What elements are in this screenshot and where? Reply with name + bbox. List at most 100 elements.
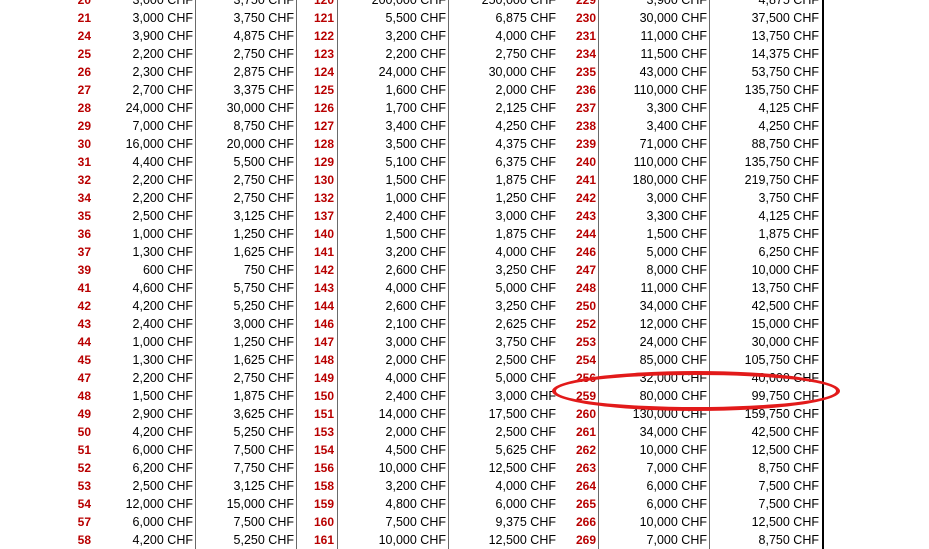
price-total-cell: 12,500 CHF <box>488 461 556 475</box>
row-number: 129 <box>313 155 334 169</box>
row-number: 231 <box>575 29 596 43</box>
price-cell: 2,000 CHF <box>385 353 446 367</box>
price-total-cell: 2,500 CHF <box>495 425 556 439</box>
price-cell: 3,200 CHF <box>385 245 446 259</box>
price-cell: 2,100 CHF <box>385 317 446 331</box>
row-number: 122 <box>313 29 334 43</box>
row-number: 242 <box>575 191 596 205</box>
row-number: 236 <box>575 83 596 97</box>
row-number: 146 <box>313 317 334 331</box>
table-row: 54 12,000 CHF 15,000 CHF 159 4,800 CHF 6,000 … <box>0 495 929 513</box>
table-row: 43 2,400 CHF 3,000 CHF 146 2,100 CHF 2,625 CH… <box>0 315 929 333</box>
row-number: 143 <box>313 281 334 295</box>
price-cell: 2,200 CHF <box>132 47 193 61</box>
price-cell: 2,200 CHF <box>132 371 193 385</box>
price-cell: 2,600 CHF <box>385 263 446 277</box>
row-number: 250 <box>575 299 596 313</box>
price-cell: 3,900 CHF <box>132 29 193 43</box>
price-total-cell: 750 CHF <box>243 263 294 277</box>
price-total-cell: 3,375 CHF <box>233 83 294 97</box>
price-cell: 1,300 CHF <box>132 353 193 367</box>
row-number: 35 <box>77 209 91 223</box>
price-total-cell: 30,000 CHF <box>226 101 294 115</box>
price-cell: 1,700 CHF <box>385 101 446 115</box>
price-total-cell: 20,000 CHF <box>226 137 294 151</box>
row-number: 27 <box>77 83 91 97</box>
row-number: 42 <box>77 299 91 313</box>
price-cell: 600 CHF <box>142 263 193 277</box>
price-cell: 1,000 CHF <box>132 227 193 241</box>
row-number: 230 <box>575 11 596 25</box>
price-total-cell: 10,000 CHF <box>751 263 819 277</box>
price-total-cell: 3,250 CHF <box>495 299 556 313</box>
row-number: 149 <box>313 371 334 385</box>
price-cell: 1,500 CHF <box>385 173 446 187</box>
price-cell: 1,500 CHF <box>385 227 446 241</box>
table-row: 50 4,200 CHF 5,250 CHF 153 2,000 CHF 2,500 CH… <box>0 423 929 441</box>
price-cell: 2,200 CHF <box>132 173 193 187</box>
price-total-cell: 13,750 CHF <box>751 281 819 295</box>
price-total-cell: 250,000 CHF <box>481 0 556 7</box>
price-total-cell: 4,250 CHF <box>495 119 556 133</box>
price-cell: 8,000 CHF <box>646 263 707 277</box>
price-total-cell: 2,000 CHF <box>495 83 556 97</box>
price-cell: 7,000 CHF <box>646 461 707 475</box>
price-cell: 5,500 CHF <box>385 11 446 25</box>
price-cell: 80,000 CHF <box>639 389 707 403</box>
price-cell: 4,200 CHF <box>132 299 193 313</box>
price-cell: 4,600 CHF <box>132 281 193 295</box>
column-divider <box>448 0 449 549</box>
price-cell: 1,300 CHF <box>132 245 193 259</box>
price-total-cell: 1,875 CHF <box>495 173 556 187</box>
table-row: 37 1,300 CHF 1,625 CHF 141 3,200 CHF 4,000 CH… <box>0 243 929 261</box>
price-total-cell: 15,000 CHF <box>751 317 819 331</box>
price-total-cell: 8,750 CHF <box>758 533 819 547</box>
row-number: 244 <box>575 227 596 241</box>
price-cell: 3,400 CHF <box>385 119 446 133</box>
price-total-cell: 5,500 CHF <box>233 155 294 169</box>
price-total-cell: 3,125 CHF <box>233 479 294 493</box>
row-number: 243 <box>575 209 596 223</box>
price-cell: 2,600 CHF <box>385 299 446 313</box>
price-total-cell: 2,125 CHF <box>495 101 556 115</box>
price-cell: 2,000 CHF <box>385 425 446 439</box>
row-number: 34 <box>77 191 91 205</box>
price-cell: 3,900 CHF <box>646 0 707 7</box>
row-number: 137 <box>313 209 334 223</box>
row-number: 127 <box>313 119 334 133</box>
row-number: 30 <box>77 137 91 151</box>
price-total-cell: 42,500 CHF <box>751 425 819 439</box>
price-cell: 71,000 CHF <box>639 137 707 151</box>
price-total-cell: 2,750 CHF <box>233 191 294 205</box>
row-number: 148 <box>313 353 334 367</box>
price-total-cell: 1,625 CHF <box>233 245 294 259</box>
price-total-cell: 88,750 CHF <box>751 137 819 151</box>
row-number: 51 <box>77 443 91 457</box>
price-total-cell: 9,375 CHF <box>495 515 556 529</box>
price-total-cell: 4,000 CHF <box>495 479 556 493</box>
price-total-cell: 4,125 CHF <box>758 101 819 115</box>
price-total-cell: 7,500 CHF <box>758 479 819 493</box>
row-number: 132 <box>313 191 334 205</box>
price-cell: 30,000 CHF <box>639 11 707 25</box>
price-total-cell: 159,750 CHF <box>744 407 819 421</box>
price-cell: 5,100 CHF <box>385 155 446 169</box>
price-cell: 200,000 CHF <box>371 0 446 7</box>
price-cell: 11,000 CHF <box>640 281 707 295</box>
price-total-cell: 5,250 CHF <box>233 533 294 547</box>
price-cell: 3,200 CHF <box>385 29 446 43</box>
price-cell: 3,200 CHF <box>385 479 446 493</box>
table-row: 48 1,500 CHF 1,875 CHF 150 2,400 CHF 3,000 CH… <box>0 387 929 405</box>
row-number: 254 <box>575 353 596 367</box>
table-row: 25 2,200 CHF 2,750 CHF 123 2,200 CHF 2,750 CH… <box>0 45 929 63</box>
row-number: 147 <box>313 335 334 349</box>
price-total-cell: 3,750 CHF <box>233 0 294 7</box>
table-row: 39 600 CHF 750 CHF 142 2,600 CHF 3,250 CHF 247… <box>0 261 929 279</box>
table-row: 20 3,000 CHF 3,750 CHF 120 200,000 CHF 250,00… <box>0 0 929 9</box>
row-number: 36 <box>77 227 91 241</box>
price-total-cell: 2,750 CHF <box>233 173 294 187</box>
price-cell: 6,000 CHF <box>646 497 707 511</box>
row-number: 121 <box>313 11 334 25</box>
table-row: 41 4,600 CHF 5,750 CHF 143 4,000 CHF 5,000 CH… <box>0 279 929 297</box>
row-number: 31 <box>77 155 91 169</box>
